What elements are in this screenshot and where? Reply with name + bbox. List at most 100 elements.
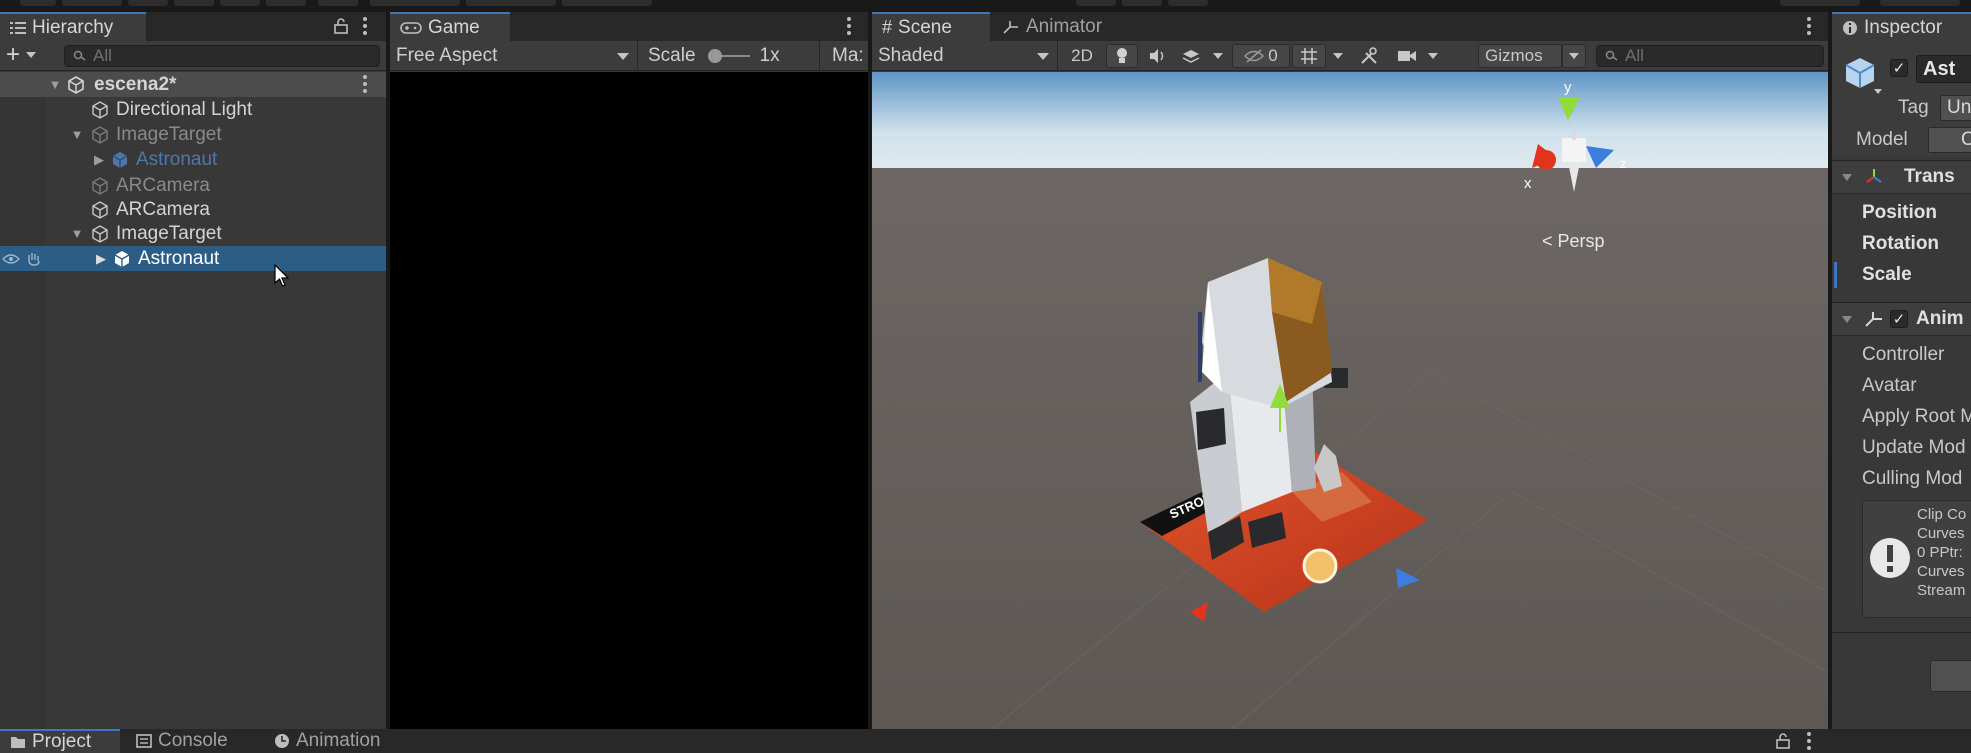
hierarchy-item-arcamera[interactable]: ARCamera — [0, 197, 386, 222]
hierarchy-item-label: ImageTarget — [116, 222, 222, 244]
tab-hierarchy[interactable]: Hierarchy — [0, 12, 146, 41]
play-button[interactable] — [1076, 0, 1116, 6]
model-open-button[interactable]: O — [1928, 127, 1971, 153]
toolbar-button[interactable] — [128, 0, 168, 6]
animator-icon — [1865, 312, 1882, 327]
animator-enabled-checkbox[interactable]: ✓ — [1890, 310, 1908, 328]
tab-game-label: Game — [428, 16, 480, 38]
object-name-field[interactable]: Ast — [1916, 55, 1971, 83]
layers-dropdown[interactable] — [1780, 0, 1860, 6]
toolbar-button[interactable] — [318, 0, 358, 6]
lock-icon[interactable] — [334, 18, 348, 34]
shading-mode-dropdown[interactable]: Shaded — [872, 41, 1058, 71]
scene-viewport[interactable]: STRONAUT y z x < Persp — [872, 72, 1828, 729]
gamepad-icon — [400, 21, 422, 34]
hierarchy-item-directional-light[interactable]: Directional Light — [0, 97, 386, 122]
camera-button[interactable] — [1390, 44, 1424, 68]
add-component-button[interactable] — [1930, 660, 1971, 692]
scale-slider-track[interactable] — [707, 49, 750, 63]
scene-row[interactable]: ▼ escena2* — [0, 72, 386, 97]
tools-icon — [1361, 47, 1377, 64]
culling-mode-row[interactable]: Culling Mod — [1832, 464, 1971, 494]
bottom-menu-icon[interactable] — [1806, 732, 1812, 750]
expand-arrow-icon[interactable]: ▼ — [48, 77, 62, 92]
transform-component-header[interactable]: Trans — [1832, 160, 1971, 194]
scene-search-input[interactable]: All — [1596, 45, 1824, 67]
toolbar-button[interactable] — [466, 0, 556, 6]
layout-dropdown[interactable] — [1880, 0, 1960, 6]
hierarchy-item-arcamera-inactive[interactable]: ARCamera — [0, 173, 386, 198]
create-button[interactable]: + — [6, 43, 37, 67]
tools-button[interactable] — [1352, 44, 1386, 68]
tab-inspector[interactable]: Inspector — [1832, 12, 1971, 41]
console-icon — [136, 734, 152, 748]
expand-arrow-icon[interactable]: ▼ — [70, 127, 84, 142]
tab-animator[interactable]: Animator — [992, 12, 1132, 41]
tab-project[interactable]: Project — [0, 729, 120, 753]
update-mode-row[interactable]: Update Mod — [1832, 433, 1971, 463]
toolbar-button[interactable] — [266, 0, 306, 6]
grid-toggle-button[interactable] — [1292, 44, 1326, 68]
expand-arrow-icon[interactable]: ▼ — [70, 226, 84, 241]
hierarchy-item-astronaut-selected[interactable]: ▶ Astronaut — [0, 246, 386, 271]
audio-toggle-button[interactable] — [1142, 44, 1172, 68]
hierarchy-item-astronaut-inactive[interactable]: ▶ Astronaut — [0, 147, 386, 172]
hidden-objects-toggle[interactable]: 0 — [1232, 44, 1290, 68]
layers-effects-icon — [1182, 50, 1200, 63]
effects-dropdown[interactable] — [1208, 44, 1228, 68]
tab-animation[interactable]: Animation — [264, 729, 414, 753]
toolbar-button[interactable] — [62, 0, 122, 6]
tab-game[interactable]: Game — [390, 12, 510, 41]
tab-scene[interactable]: # Scene — [872, 12, 990, 41]
lock-icon[interactable] — [1776, 733, 1790, 749]
step-button[interactable] — [1168, 0, 1208, 6]
grid-dropdown[interactable] — [1328, 44, 1348, 68]
collapse-arrow-icon[interactable]: ▶ — [94, 251, 108, 266]
persp-label[interactable]: < Persp — [1542, 231, 1605, 251]
collapse-arrow-icon[interactable]: ▶ — [92, 152, 106, 167]
gizmos-button[interactable]: Gizmos — [1478, 44, 1562, 68]
hierarchy-search-input[interactable]: All — [64, 45, 380, 67]
2d-toggle-button[interactable]: 2D — [1064, 44, 1100, 68]
toolbar-button[interactable] — [220, 0, 260, 6]
toolbar-button[interactable] — [174, 0, 214, 6]
apply-root-motion-row[interactable]: Apply Root M — [1832, 402, 1971, 432]
maximize-on-play-button[interactable]: Ma: — [826, 41, 868, 71]
hierarchy-item-imagetarget[interactable]: ▼ ImageTarget — [0, 221, 386, 246]
toolbar-button[interactable] — [20, 0, 56, 6]
folder-icon — [11, 737, 25, 748]
aspect-dropdown[interactable]: Free Aspect — [390, 41, 638, 71]
rotation-row[interactable]: Rotation — [1832, 229, 1971, 259]
scene-menu-icon[interactable] — [362, 75, 368, 93]
camera-dropdown[interactable] — [1424, 44, 1442, 68]
tag-dropdown[interactable]: Un — [1940, 95, 1971, 121]
animator-component-header[interactable]: ✓ Anim — [1832, 302, 1971, 336]
scale-slider[interactable]: Scale 1x — [638, 41, 820, 71]
active-checkbox[interactable]: ✓ — [1890, 59, 1908, 77]
avatar-row[interactable]: Avatar — [1832, 371, 1971, 401]
toolbar-button[interactable] — [370, 0, 460, 6]
chevron-down-icon — [1037, 53, 1049, 60]
controller-row[interactable]: Controller — [1832, 340, 1971, 370]
chevron-down-icon[interactable] — [1874, 89, 1882, 94]
scale-row[interactable]: Scale — [1832, 260, 1971, 290]
hierarchy-item-imagetarget-inactive[interactable]: ▼ ImageTarget — [0, 122, 386, 147]
2d-label: 2D — [1071, 46, 1093, 65]
scene-menu-icon[interactable] — [1806, 17, 1812, 35]
transform-icon — [1866, 169, 1882, 183]
pickable-hand-icon[interactable] — [26, 252, 42, 266]
toolbar-button[interactable] — [562, 0, 652, 6]
lighting-toggle-button[interactable] — [1106, 44, 1138, 68]
effects-toggle-button[interactable] — [1176, 44, 1206, 68]
tab-console[interactable]: Console — [126, 729, 246, 753]
pause-button[interactable] — [1122, 0, 1162, 6]
game-viewport[interactable] — [390, 72, 868, 729]
position-row[interactable]: Position — [1832, 198, 1971, 228]
hierarchy-menu-icon[interactable] — [362, 17, 368, 35]
shading-mode-label: Shaded — [878, 45, 944, 66]
game-menu-icon[interactable] — [846, 17, 852, 35]
visibility-eye-icon[interactable] — [2, 253, 20, 265]
gizmos-dropdown[interactable] — [1562, 44, 1586, 68]
chevron-down-icon — [1428, 53, 1438, 59]
scale-slider-handle[interactable] — [707, 49, 722, 63]
